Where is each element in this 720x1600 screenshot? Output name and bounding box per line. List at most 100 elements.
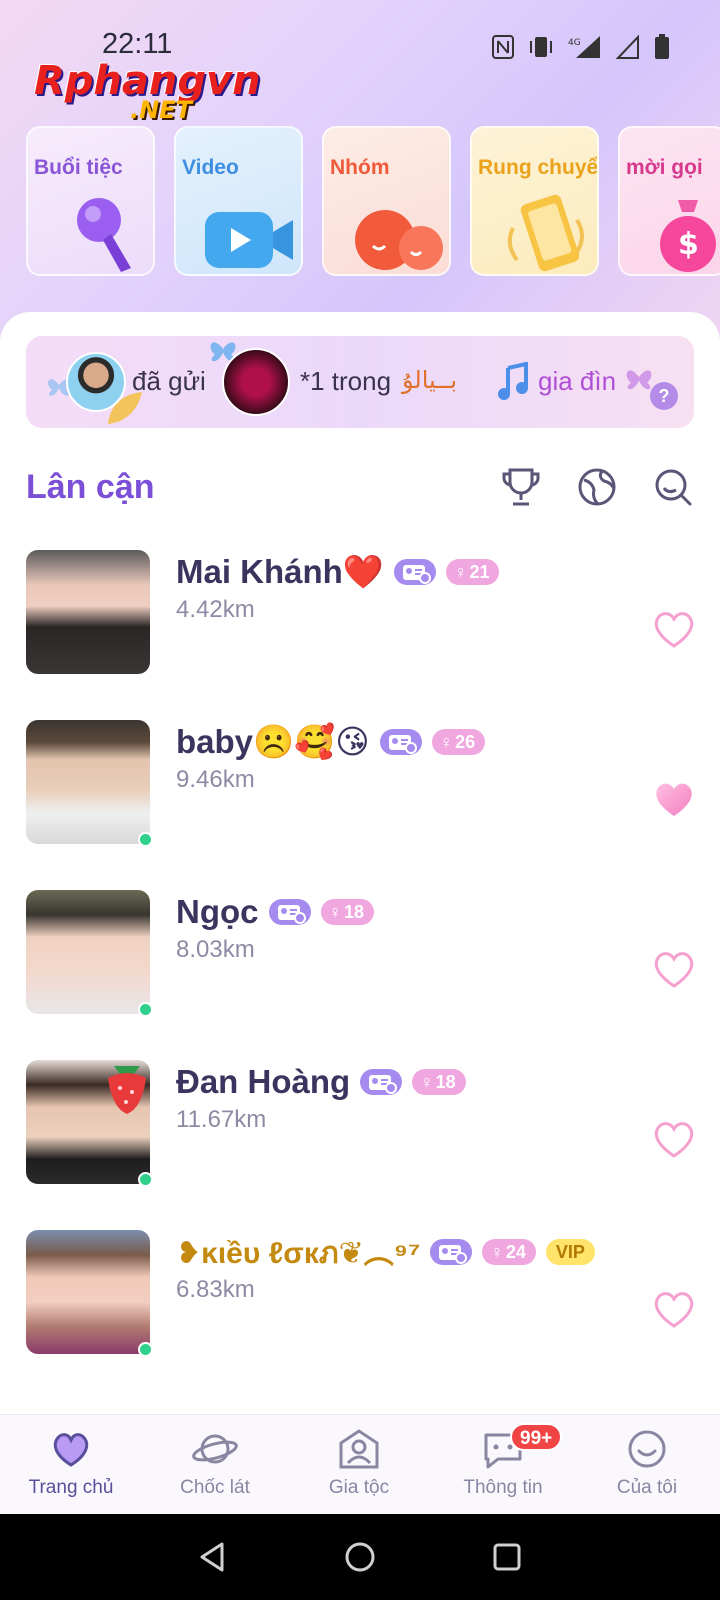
verified-id-badge <box>360 1069 403 1095</box>
vibrate-icon <box>530 37 552 57</box>
user-avatar[interactable] <box>26 1060 150 1184</box>
trophy-icon[interactable] <box>500 466 542 508</box>
ticker-group-text: gia đìn <box>538 366 617 396</box>
home-icon[interactable] <box>343 1540 377 1574</box>
status-icons: 4G <box>492 34 670 60</box>
verified-id-badge <box>268 899 311 925</box>
planet-icon <box>192 1434 238 1464</box>
search-icon[interactable] <box>652 466 694 508</box>
receiver-avatar[interactable] <box>222 348 290 416</box>
user-name-line: baby☹️🥰😘 ♀ 26 <box>176 722 486 762</box>
user-avatar[interactable] <box>26 720 150 844</box>
section-title: Lân cận <box>26 468 155 506</box>
money-bag-icon: $ <box>660 200 716 272</box>
vip-badge: VIP <box>545 1239 595 1265</box>
sender-avatar[interactable] <box>66 352 126 412</box>
online-indicator <box>138 1002 153 1017</box>
female-icon: ♀ <box>453 562 468 582</box>
verified-id-badge <box>379 729 422 755</box>
watermark-sub: .NET <box>130 96 192 124</box>
signal-icon <box>616 35 639 59</box>
heart-icon[interactable] <box>652 950 696 990</box>
user-row[interactable]: baby☹️🥰😘 ♀ 26 9.46km <box>0 720 720 847</box>
online-indicator <box>138 1342 153 1357</box>
heart-icon[interactable] <box>652 1120 696 1160</box>
female-icon: ♀ <box>439 732 454 752</box>
category-shake[interactable]: Rung chuyển <box>470 126 599 276</box>
nav-messages[interactable]: 99+ Thông tin <box>438 1423 568 1499</box>
user-row[interactable]: Ngọc ♀ 18 8.03km <box>0 890 720 1017</box>
gender-age-badge: ♀ 21 <box>445 559 500 585</box>
category-video[interactable]: Video <box>174 126 303 276</box>
gender-age-badge: ♀ 26 <box>431 729 486 755</box>
user-name: Ngọc <box>176 893 259 930</box>
category-label: Buổi tiệc <box>34 156 123 179</box>
nav-profile[interactable]: Của tôi <box>582 1427 712 1499</box>
recents-icon[interactable] <box>490 1540 524 1574</box>
category-label: Nhóm <box>330 156 390 179</box>
user-distance: 9.46km <box>176 766 255 793</box>
nav-moments[interactable]: Chốc lát <box>150 1427 280 1499</box>
system-navigation-bar <box>0 1514 720 1600</box>
section-tools <box>500 466 694 508</box>
microphone-icon <box>77 198 131 272</box>
category-label: Rung chuyển <box>478 156 599 179</box>
user-name-line: Ngọc ♀ 18 <box>176 892 375 932</box>
user-row[interactable]: Đan Hoàng ♀ 18 11.67km <box>0 1060 720 1187</box>
gender-age-badge: ♀ 24 <box>482 1239 536 1265</box>
user-age: 18 <box>435 1072 456 1092</box>
nfc-icon <box>492 35 514 59</box>
smile-icon <box>628 1430 666 1468</box>
ticker-gift-text: *1 trong <box>300 366 392 396</box>
heart-filled-icon[interactable] <box>652 780 696 820</box>
user-distance: 8.03km <box>176 936 255 963</box>
user-name: baby☹️🥰😘 <box>176 723 370 760</box>
nav-family[interactable]: Gia tộc <box>294 1427 424 1499</box>
heart-icon[interactable] <box>652 1290 696 1330</box>
svg-text:4G: 4G <box>568 38 581 48</box>
shaking-phone-icon <box>507 194 584 272</box>
user-name: Đan Hoàng <box>176 1063 351 1100</box>
user-age: 24 <box>505 1242 526 1262</box>
ticker-decor-text: بــيالۇ <box>402 367 458 394</box>
music-note-icon <box>498 362 528 400</box>
user-avatar[interactable] <box>26 550 150 674</box>
bottom-navigation: Trang chủ Chốc lát Gia tộc 99+ Thông tin… <box>0 1414 720 1514</box>
user-name-line: Mai Khánh❤️ ♀ 21 <box>176 552 500 592</box>
user-age: 26 <box>455 732 476 752</box>
category-strip: Buổi tiệc Video Nhóm Rung chuyển mời gọi <box>26 126 720 276</box>
svg-text:$: $ <box>678 227 699 262</box>
heart-icon[interactable] <box>652 610 696 650</box>
nav-label: Trang chủ <box>28 1477 114 1498</box>
user-avatar[interactable] <box>26 1230 150 1354</box>
nav-label: Của tôi <box>616 1477 678 1498</box>
user-row[interactable]: Mai Khánh❤️ ♀ 21 4.42km <box>0 550 720 675</box>
gender-age-badge: ♀ 18 <box>412 1069 466 1095</box>
notification-badge: 99+ <box>510 1423 563 1451</box>
ticker-sent-text: đã gửi <box>132 366 206 396</box>
category-party[interactable]: Buổi tiệc <box>26 126 155 276</box>
category-label: Video <box>182 156 239 179</box>
user-avatar[interactable] <box>26 890 150 1014</box>
category-label: mời gọi <box>626 156 703 179</box>
user-name: ❥ĸιềυ ℓσкภ❦︵⁹⁷ <box>176 1236 421 1270</box>
category-invite[interactable]: mời gọi $ <box>618 126 720 276</box>
heart-planet-icon <box>53 1433 89 1467</box>
user-row[interactable]: ❥ĸιềυ ℓσкภ❦︵⁹⁷ ♀ 24 VIP 6.83km <box>0 1230 720 1357</box>
user-distance: 11.67km <box>176 1106 267 1133</box>
category-group[interactable]: Nhóm <box>322 126 451 276</box>
watermark-logo: Rphangvn .NET <box>34 58 294 128</box>
battery-icon <box>655 34 669 59</box>
globe-icon[interactable] <box>576 466 618 508</box>
nav-home[interactable]: Trang chủ <box>6 1427 136 1499</box>
user-distance: 4.42km <box>176 596 255 623</box>
chat-bubbles-icon <box>355 210 443 270</box>
help-icon[interactable]: ? <box>650 382 678 410</box>
gift-ticker[interactable]: đã gửi *1 trong بــيالۇ gia đìn ? <box>26 336 694 428</box>
online-indicator <box>138 832 153 847</box>
back-icon[interactable] <box>196 1540 230 1574</box>
user-age: 18 <box>344 902 365 922</box>
female-icon: ♀ <box>490 1242 504 1262</box>
family-icon <box>339 1429 379 1469</box>
user-name: Mai Khánh❤️ <box>176 552 384 590</box>
